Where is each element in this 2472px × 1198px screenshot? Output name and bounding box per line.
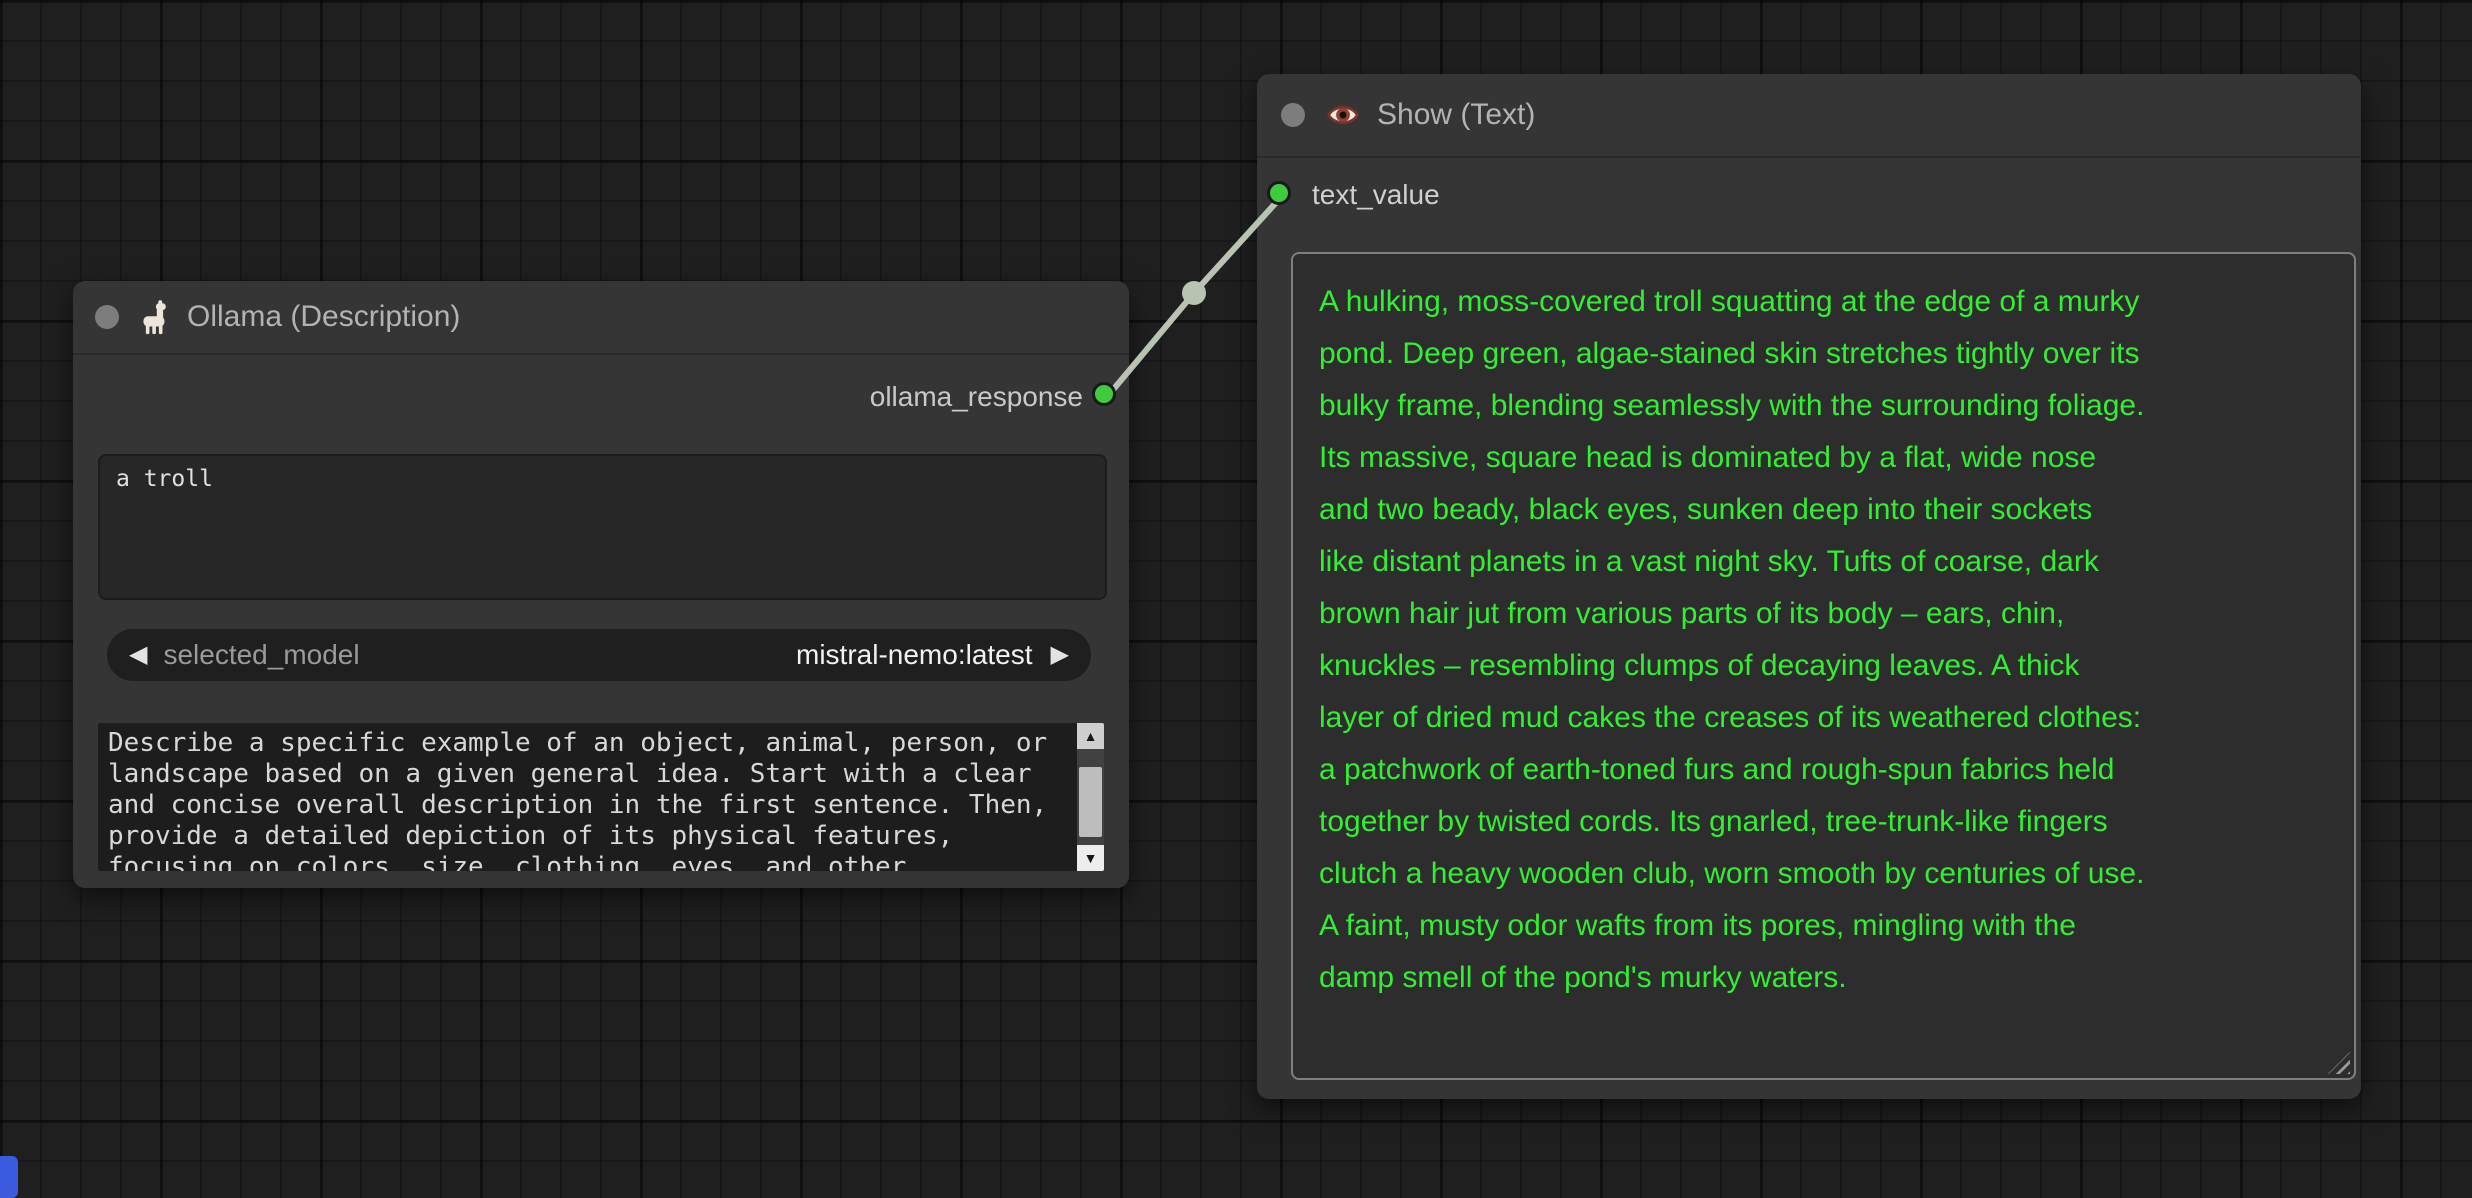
system-prompt-text: Describe a specific example of an object… [108, 728, 1048, 871]
show-text-content: A hulking, moss-covered troll squatting … [1319, 285, 2145, 994]
show-text-node[interactable]: Show (Text) text_value A hulking, moss-c… [1257, 74, 2361, 1099]
scrollbar-thumb[interactable] [1079, 767, 1102, 837]
output-slot-label: ollama_response [869, 381, 1083, 412]
ollama-response-output-slot[interactable] [1092, 382, 1116, 406]
text-value-input-slot[interactable] [1267, 181, 1291, 205]
textarea-scrollbar[interactable]: ▲ ▼ [1077, 723, 1104, 871]
llama-icon [137, 299, 173, 335]
input-slot-label: text_value [1312, 179, 1440, 210]
scroll-down-icon[interactable]: ▼ [1077, 845, 1104, 871]
resize-grip-icon[interactable] [2328, 1052, 2350, 1074]
show-text-display[interactable]: A hulking, moss-covered troll squatting … [1291, 252, 2356, 1080]
collapse-dot-icon[interactable] [95, 305, 119, 329]
system-prompt-textarea[interactable]: Describe a specific example of an object… [98, 723, 1104, 871]
prompt-text-input[interactable]: a troll [98, 454, 1107, 600]
selected-model-combo[interactable]: ◀ selected_model mistral-nemo:latest ▶ [107, 629, 1091, 681]
scroll-up-icon[interactable]: ▲ [1077, 723, 1104, 749]
ollama-description-node[interactable]: Ollama (Description) ollama_response a t… [73, 281, 1129, 888]
prev-model-icon[interactable]: ◀ [129, 643, 147, 667]
link-wire [1104, 193, 1285, 400]
link-midpoint-dot [1182, 281, 1206, 305]
node-title: Ollama (Description) [187, 300, 461, 333]
eye-icon [1325, 97, 1361, 133]
node-title: Show (Text) [1377, 98, 1536, 131]
ollama-node-header[interactable]: Ollama (Description) [73, 281, 1129, 355]
offscreen-node-fragment[interactable] [0, 1156, 18, 1198]
next-model-icon[interactable]: ▶ [1051, 643, 1069, 667]
combo-value: mistral-nemo:latest [796, 639, 1033, 670]
collapse-dot-icon[interactable] [1281, 103, 1305, 127]
show-node-header[interactable]: Show (Text) [1257, 74, 2361, 158]
combo-label: selected_model [163, 639, 360, 670]
